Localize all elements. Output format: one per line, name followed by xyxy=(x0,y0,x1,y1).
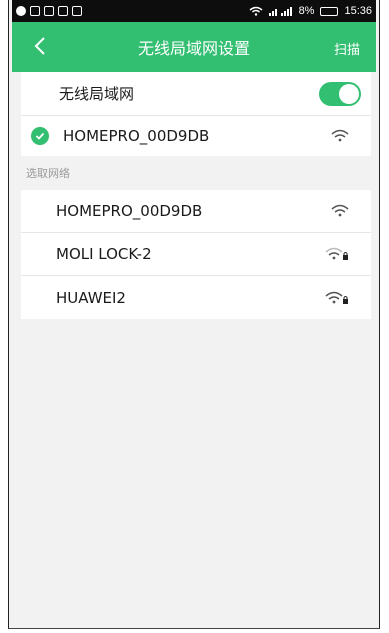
wifi-icon xyxy=(331,204,349,217)
battery-icon xyxy=(320,6,339,16)
toggle-knob xyxy=(339,84,359,104)
network-row[interactable]: MOLI LOCK-2 xyxy=(21,233,371,276)
network-ssid: MOLI LOCK-2 xyxy=(56,245,152,263)
wlan-toggle-switch[interactable] xyxy=(319,82,361,106)
wifi-status-icon xyxy=(249,6,263,16)
chat-notification-icon xyxy=(16,6,26,16)
network-ssid: HUAWEI2 xyxy=(56,288,126,307)
check-icon xyxy=(31,127,49,145)
battery-percent: 8% xyxy=(298,5,315,17)
signal-icon xyxy=(268,7,292,16)
wlan-toggle-label: 无线局域网 xyxy=(59,85,135,103)
notification-icons xyxy=(16,6,82,16)
page-title: 无线局域网设置 xyxy=(137,39,250,58)
network-row[interactable]: HUAWEI2 xyxy=(21,276,371,319)
connected-network-row[interactable]: HOMEPRO_00D9DB xyxy=(21,116,371,156)
scan-button[interactable]: 扫描 xyxy=(334,39,360,58)
calendar-notification-icon xyxy=(30,6,40,16)
network-row[interactable]: HOMEPRO_00D9DB xyxy=(21,190,371,233)
shield-notification-icon xyxy=(72,6,82,16)
connected-ssid: HOMEPRO_00D9DB xyxy=(63,127,210,145)
app-notification-icon xyxy=(44,6,54,16)
network-ssid: HOMEPRO_00D9DB xyxy=(56,202,203,220)
wifi-lock-icon xyxy=(325,247,348,260)
wlan-toggle-row: 无线局域网 xyxy=(21,72,371,116)
app-header: 无线局域网设置 扫描 xyxy=(12,22,376,72)
wifi-lock-icon xyxy=(325,291,348,304)
section-label: 选取网络 xyxy=(26,167,70,180)
image-notification-icon xyxy=(58,6,68,16)
back-arrow-icon[interactable] xyxy=(30,35,52,57)
status-bar: 8% 15:36 xyxy=(12,0,376,22)
clock: 15:36 xyxy=(344,5,372,17)
wifi-icon xyxy=(331,129,349,142)
